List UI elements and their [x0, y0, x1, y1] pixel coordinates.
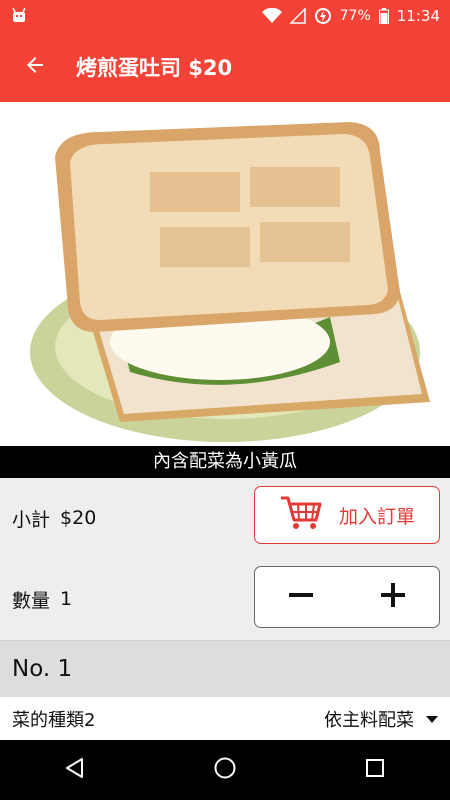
nav-home-button[interactable] [185, 740, 265, 800]
side-dish-select[interactable]: 依主料配菜 [324, 706, 438, 732]
minus-icon [288, 582, 314, 612]
triangle-back-icon [64, 757, 86, 783]
quantity-row: 數量 1 [0, 558, 450, 640]
android-debug-icon [10, 7, 28, 25]
circle-home-icon [213, 756, 237, 784]
nav-back-button[interactable] [35, 740, 115, 800]
square-recents-icon [365, 758, 385, 782]
dropdown-arrow-icon [426, 708, 438, 729]
shopping-cart-icon [279, 494, 323, 537]
cellular-signal-icon [289, 8, 306, 24]
increase-quantity-button[interactable] [358, 567, 428, 627]
subtotal-amount: $20 [60, 507, 97, 529]
product-caption: 內含配菜為小黃瓜 [0, 446, 450, 478]
data-saver-icon [314, 7, 332, 25]
subtotal-label: 小計 [12, 508, 51, 531]
status-bar: 77% 11:34 [0, 0, 450, 32]
side-dish-label: 菜的種類2 [12, 709, 96, 731]
quantity-value: 1 [60, 588, 73, 610]
arrow-back-icon [23, 53, 47, 81]
side-dish-selected-value: 依主料配菜 [324, 709, 414, 731]
back-button[interactable] [0, 32, 70, 102]
item-number-header: No. 1 [0, 640, 450, 697]
decrease-quantity-button[interactable] [266, 567, 336, 627]
product-image [0, 102, 450, 446]
wifi-icon [261, 8, 282, 24]
subtotal-row: 小計 $20 加入訂單 [0, 478, 450, 558]
add-to-order-label: 加入訂單 [338, 505, 415, 528]
app-bar: 烤煎蛋吐司 $20 [0, 32, 450, 102]
add-to-order-button[interactable]: 加入訂單 [254, 486, 440, 544]
status-icons: 77% 11:34 [261, 7, 440, 25]
battery-level: 77% [339, 8, 371, 24]
quantity-label: 數量 [12, 589, 51, 612]
clock: 11:34 [396, 7, 440, 25]
page-title: 烤煎蛋吐司 $20 [76, 56, 233, 80]
quantity-stepper [254, 566, 440, 628]
system-navigation-bar [0, 740, 450, 800]
plus-icon [380, 582, 406, 612]
battery-icon [378, 8, 389, 24]
side-dish-row: 菜的種類2 依主料配菜 [0, 697, 450, 740]
nav-recents-button[interactable] [335, 740, 415, 800]
